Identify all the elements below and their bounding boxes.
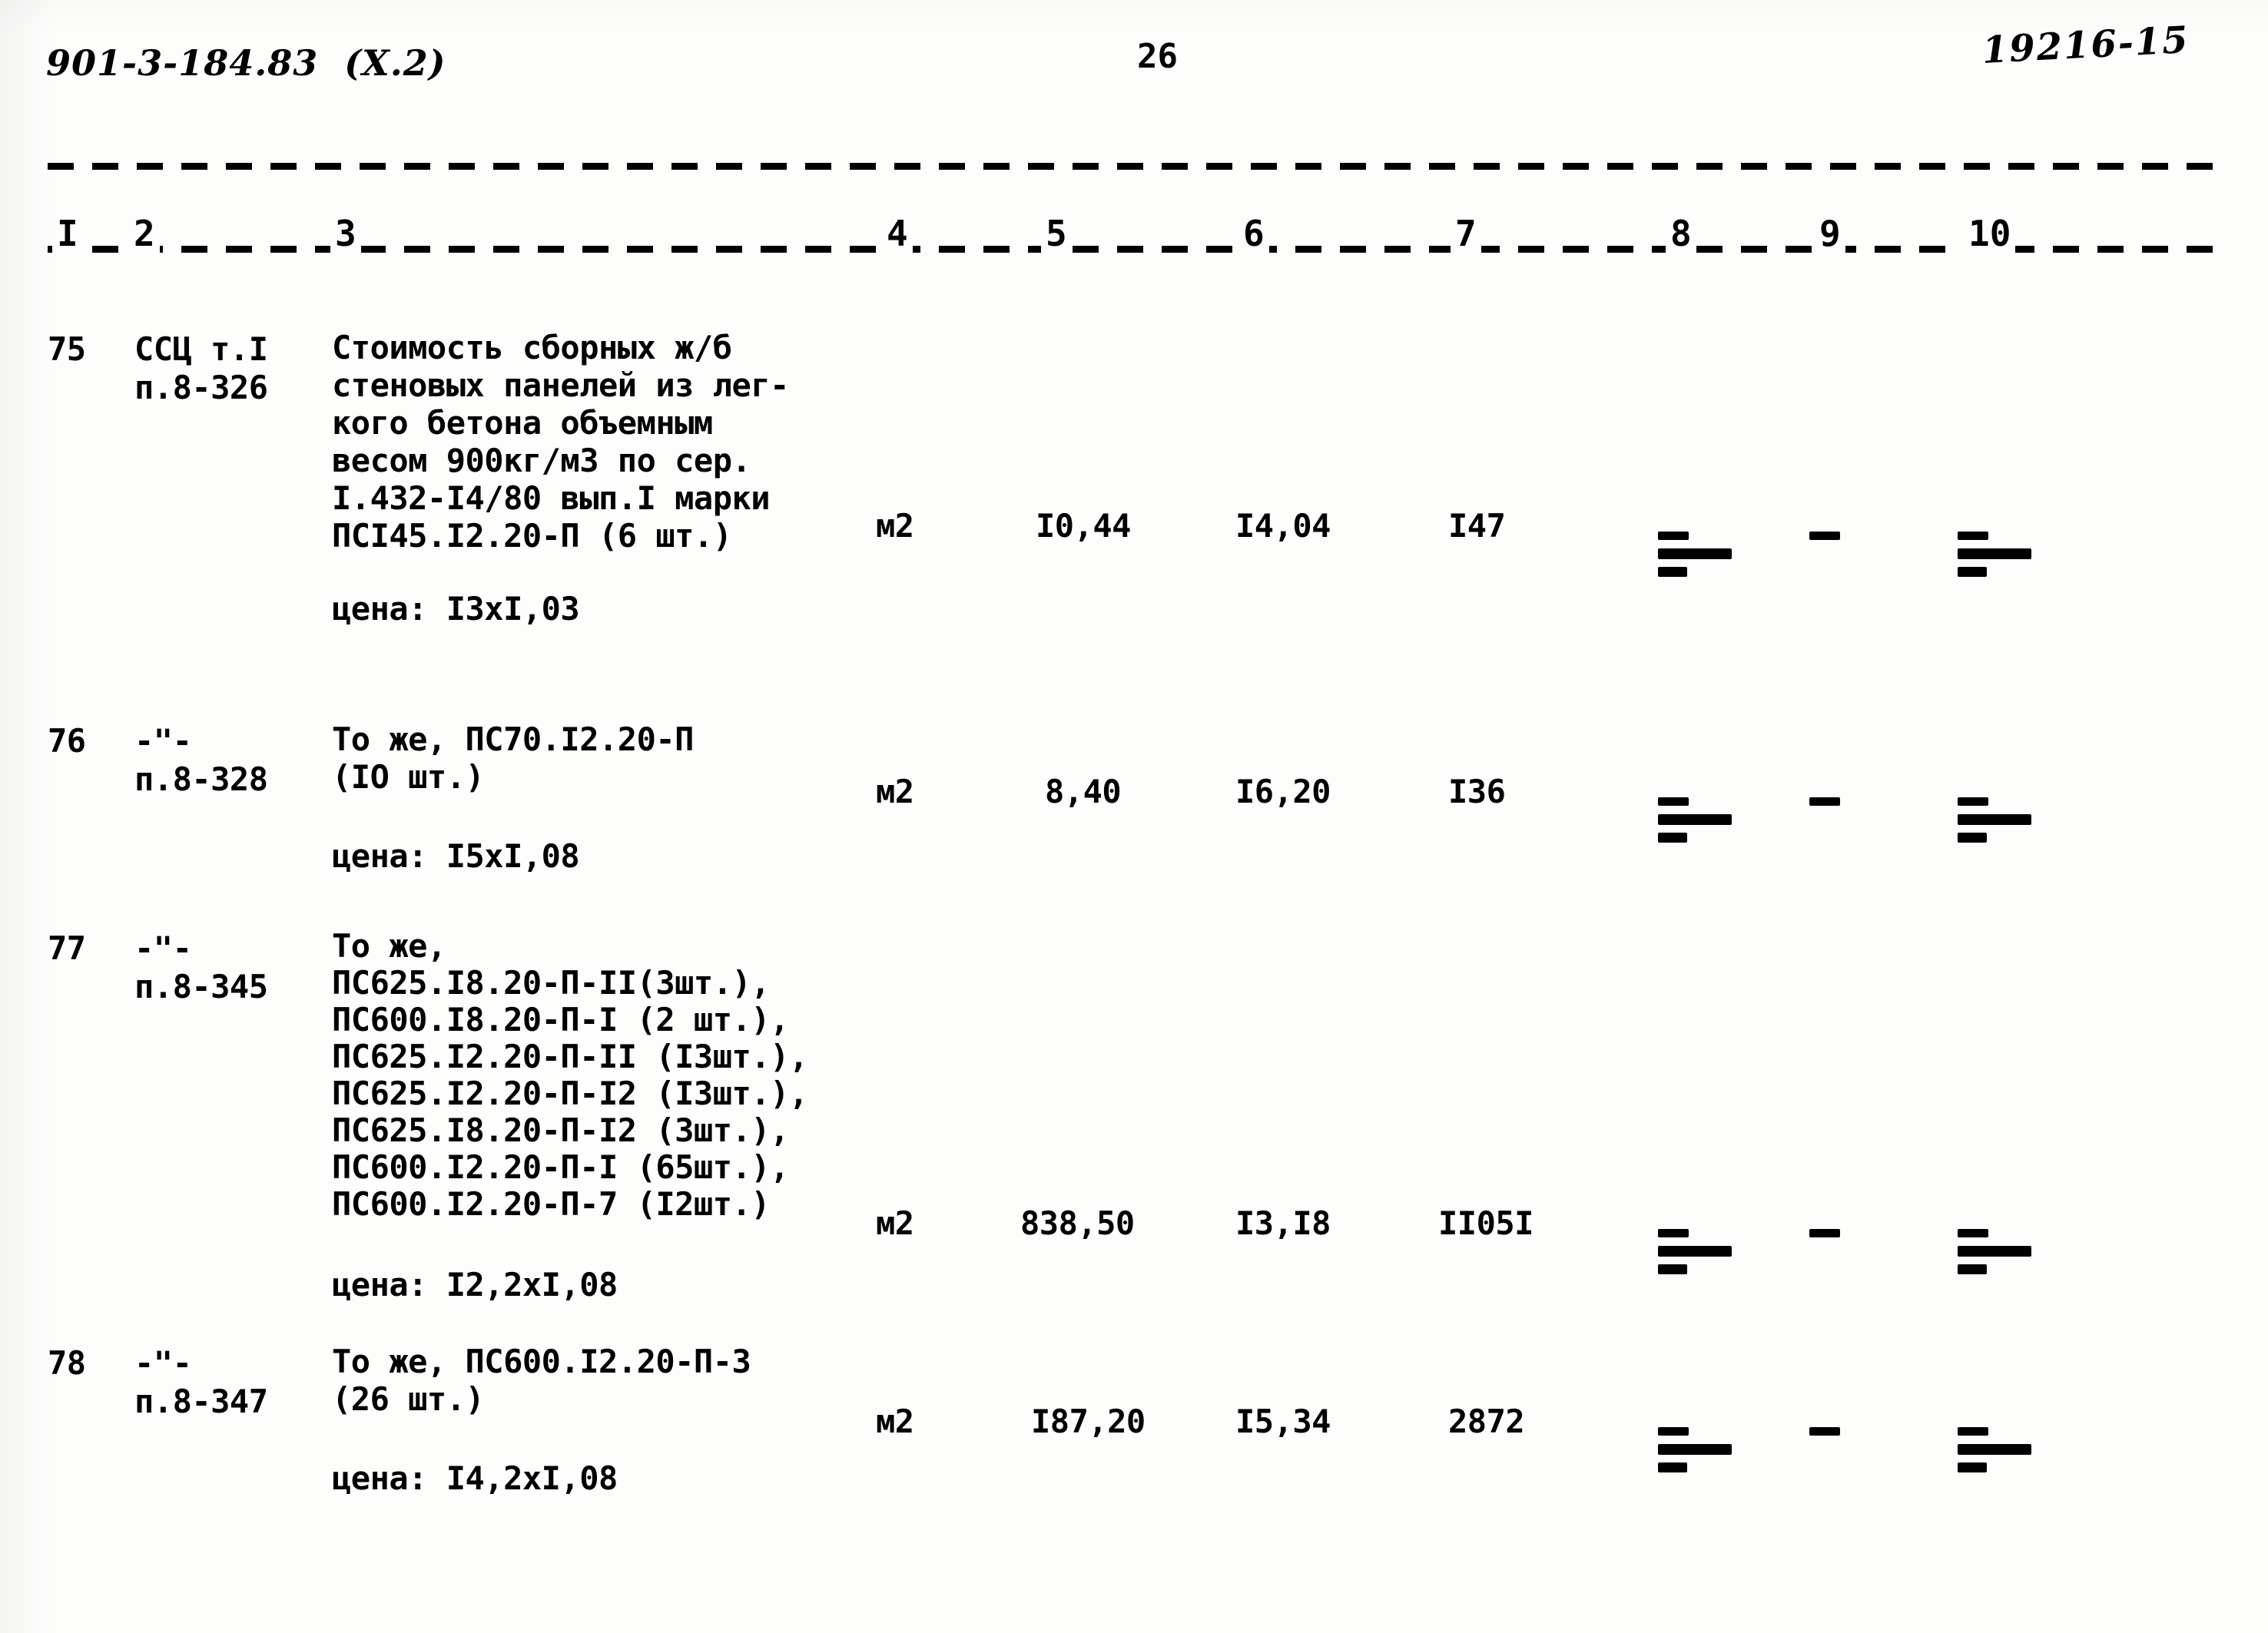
row-justification-line1: -"- xyxy=(134,722,192,760)
cell-quantity: I87,20 xyxy=(1031,1403,1146,1440)
column-header-4: 4 xyxy=(882,212,913,255)
cell-unit-price: I4,04 xyxy=(1235,507,1331,545)
row-position-number: 78 xyxy=(48,1344,86,1382)
column-header-5: 5 xyxy=(1041,212,1072,255)
cell-unit-price: I6,20 xyxy=(1235,773,1331,810)
row-justification-line1: -"- xyxy=(134,1344,192,1382)
document-page: 901-3-184.83 (X.2) 26 19216-15 I 2 3 4 5… xyxy=(0,0,2268,1633)
cell-col10-dash-cluster xyxy=(1958,1226,2050,1277)
column-header-dashed-rule xyxy=(48,246,2230,253)
cell-col9-dash xyxy=(1809,1427,1840,1436)
cell-total-cost: 2872 xyxy=(1448,1403,1525,1440)
cell-unit-price: I3,I8 xyxy=(1235,1204,1331,1242)
row-description: То же, ПС625.I8.20-П-II(3шт.), ПС600.I8.… xyxy=(332,927,808,1223)
cell-col10-dash-cluster xyxy=(1958,1424,2050,1475)
row-justification-line2: п.8-347 xyxy=(134,1383,268,1420)
row-position-number: 75 xyxy=(48,330,86,368)
row-justification-line2: п.8-345 xyxy=(134,968,268,1005)
cell-unit: м2 xyxy=(876,773,914,810)
row-description: Стоимость сборных ж/б стеновых панелей и… xyxy=(332,329,789,555)
row-position-number: 77 xyxy=(48,929,86,967)
row-price-note: цена: I4,2xI,08 xyxy=(332,1459,618,1497)
column-header-10: 10 xyxy=(1964,212,2016,255)
row-justification-line1: ССЦ т.I xyxy=(134,330,268,368)
table-top-dashed-rule xyxy=(48,163,2230,170)
cell-quantity: 8,40 xyxy=(1045,773,1122,810)
cell-col10-dash-cluster xyxy=(1958,528,2050,579)
column-header-1: I xyxy=(52,212,83,255)
row-position-number: 76 xyxy=(48,722,86,760)
cell-col8-dash-cluster xyxy=(1658,794,1750,845)
column-header-8: 8 xyxy=(1666,212,1696,255)
row-price-note: цена: I2,2xI,08 xyxy=(332,1266,618,1303)
cell-unit: м2 xyxy=(876,1403,914,1440)
column-header-3: 3 xyxy=(330,212,361,255)
row-justification-line1: -"- xyxy=(134,929,192,967)
row-description: То же, ПС70.I2.20-П (IO шт.) xyxy=(332,720,694,796)
cell-col8-dash-cluster xyxy=(1658,1226,1750,1277)
cell-unit-price: I5,34 xyxy=(1235,1403,1331,1440)
cell-total-cost: I47 xyxy=(1448,507,1506,545)
cell-quantity: 838,50 xyxy=(1020,1204,1135,1242)
row-justification-line2: п.8-328 xyxy=(134,760,268,798)
column-header-9: 9 xyxy=(1815,212,1845,255)
row-description: То же, ПС600.I2.20-П-3 (26 шт.) xyxy=(332,1343,751,1418)
cell-unit: м2 xyxy=(876,507,914,545)
cell-total-cost: II05I xyxy=(1438,1204,1534,1242)
column-header-6: 6 xyxy=(1238,212,1269,255)
cell-col9-dash xyxy=(1809,797,1840,806)
cell-col10-dash-cluster xyxy=(1958,794,2050,845)
row-price-note: цена: I3xI,03 xyxy=(332,590,580,628)
document-code: 901-3-184.83 (X.2) xyxy=(46,42,446,84)
column-header-2: 2 xyxy=(129,212,160,255)
column-header-7: 7 xyxy=(1451,212,1481,255)
cell-unit: м2 xyxy=(876,1204,914,1242)
row-justification-line2: п.8-326 xyxy=(134,369,268,406)
cell-col9-dash xyxy=(1809,532,1840,540)
page-number: 26 xyxy=(1137,37,1178,76)
cell-col8-dash-cluster xyxy=(1658,1424,1750,1475)
cell-col8-dash-cluster xyxy=(1658,528,1750,579)
row-price-note: цена: I5xI,08 xyxy=(332,837,580,875)
archive-code-handwritten: 19216-15 xyxy=(1981,18,2190,72)
cell-quantity: I0,44 xyxy=(1036,507,1131,545)
cell-total-cost: I36 xyxy=(1448,773,1506,810)
cell-col9-dash xyxy=(1809,1229,1840,1237)
